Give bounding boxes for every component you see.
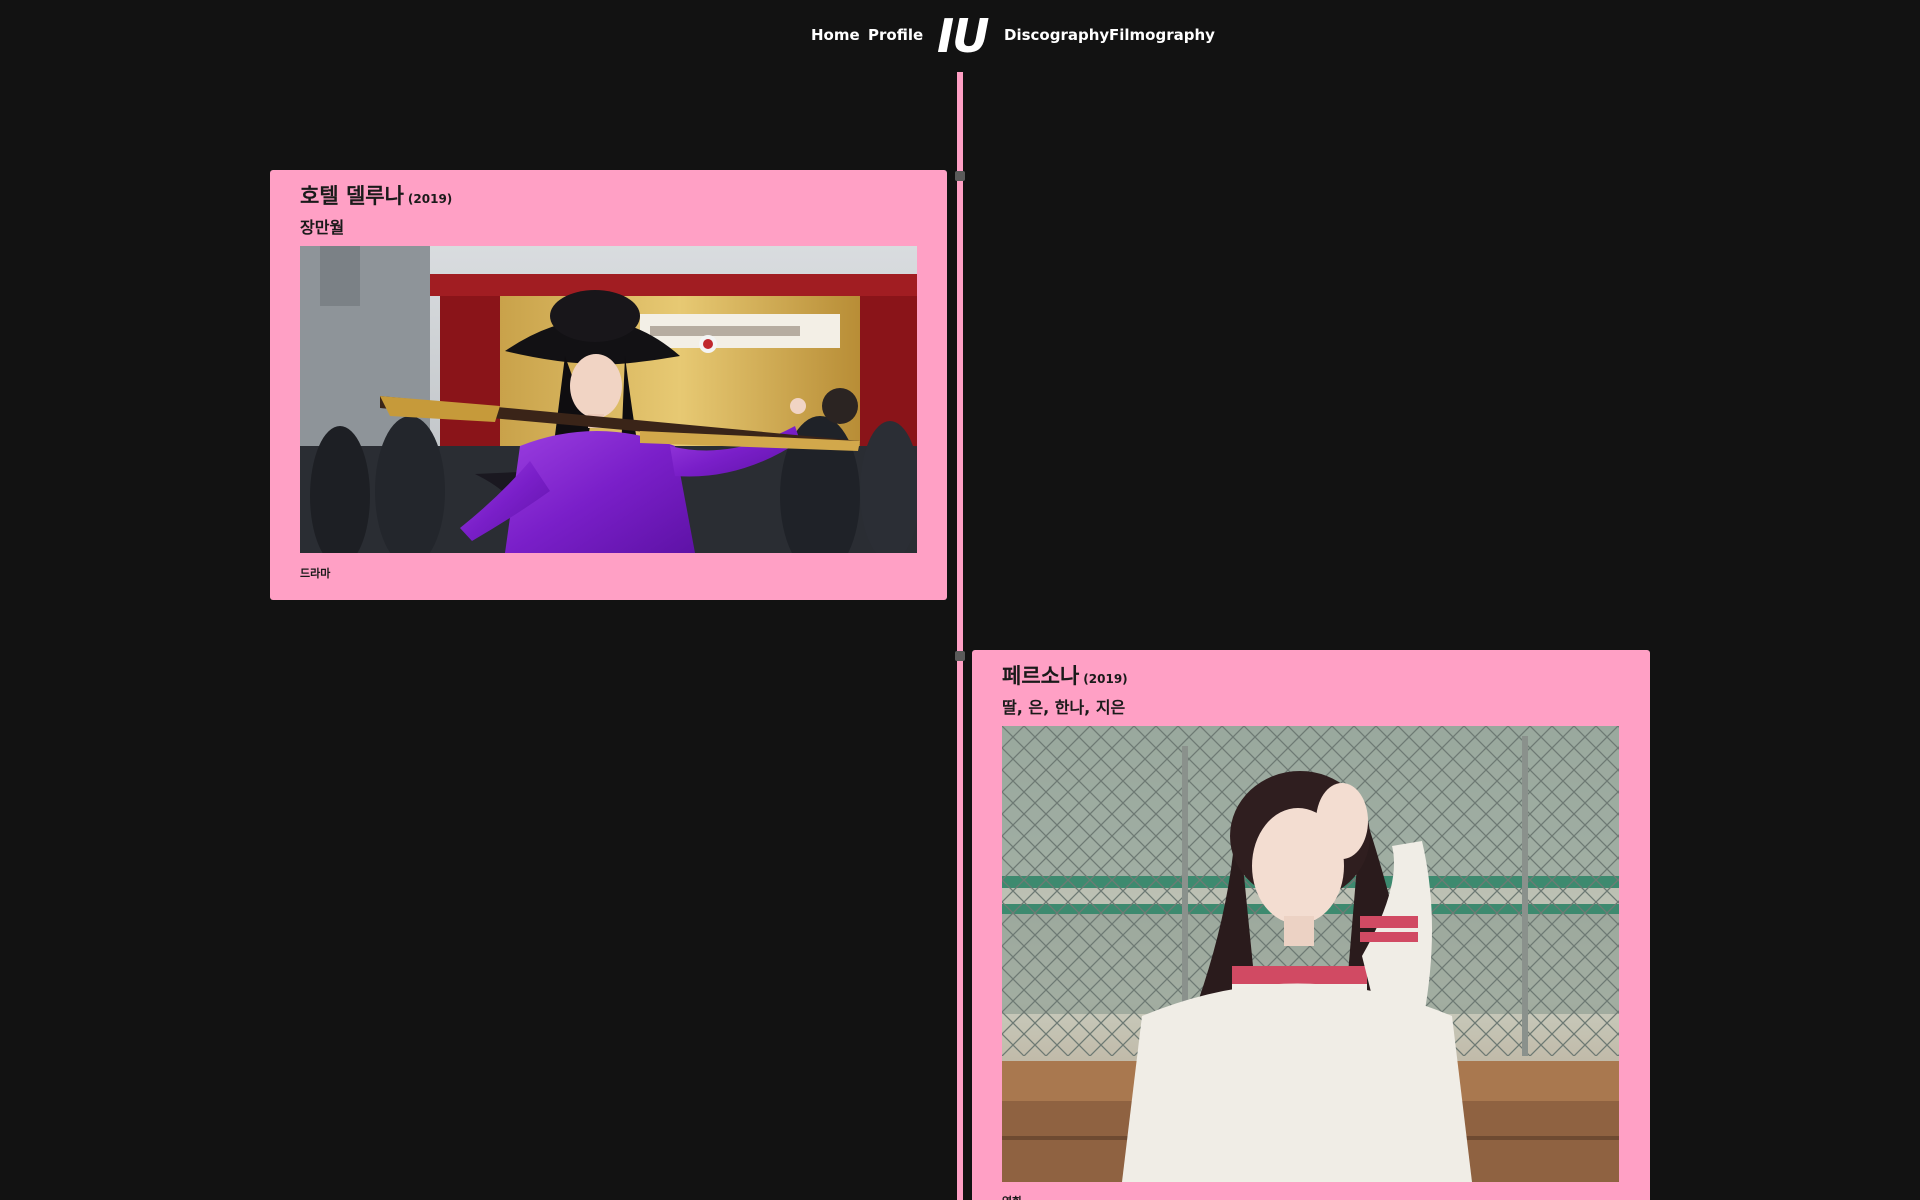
- timeline-marker: [955, 171, 965, 181]
- card-genre: 영화: [1002, 1193, 1022, 1200]
- timeline-marker: [955, 651, 965, 661]
- card-year: (2019): [1083, 672, 1128, 686]
- filmography-page: Home Profile IU Discography Filmography …: [0, 0, 1920, 1200]
- card-genre: 드라마: [300, 567, 331, 580]
- card-title-row: 페르소나 (2019): [1002, 660, 1128, 690]
- nav-profile-link[interactable]: Profile: [868, 26, 923, 44]
- card-title: 페르소나: [1002, 664, 1080, 688]
- card-role: 장만월: [300, 218, 345, 237]
- iu-logo[interactable]: IU: [937, 8, 989, 64]
- card-title: 호텔 델루나: [300, 184, 404, 208]
- card-role: 딸, 은, 한나, 지은: [1002, 698, 1126, 717]
- card-title-row: 호텔 델루나 (2019): [300, 180, 452, 210]
- card-year: (2019): [407, 192, 453, 206]
- filmography-card-hotel-del-luna[interactable]: 호텔 델루나 (2019) 장만월 드라마: [270, 170, 947, 600]
- filmography-card-persona[interactable]: 페르소나 (2019) 딸, 은, 한나, 지은: [972, 650, 1650, 1200]
- nav-filmography-link[interactable]: Filmography: [1109, 26, 1215, 44]
- nav-home-link[interactable]: Home: [811, 26, 860, 44]
- card-image-persona: [1002, 726, 1619, 1182]
- card-image-hotel-del-luna: [300, 246, 917, 553]
- top-navigation: Home Profile IU Discography Filmography: [0, 0, 1920, 72]
- timeline-line: [957, 72, 963, 1200]
- nav-discography-link[interactable]: Discography: [1004, 26, 1109, 44]
